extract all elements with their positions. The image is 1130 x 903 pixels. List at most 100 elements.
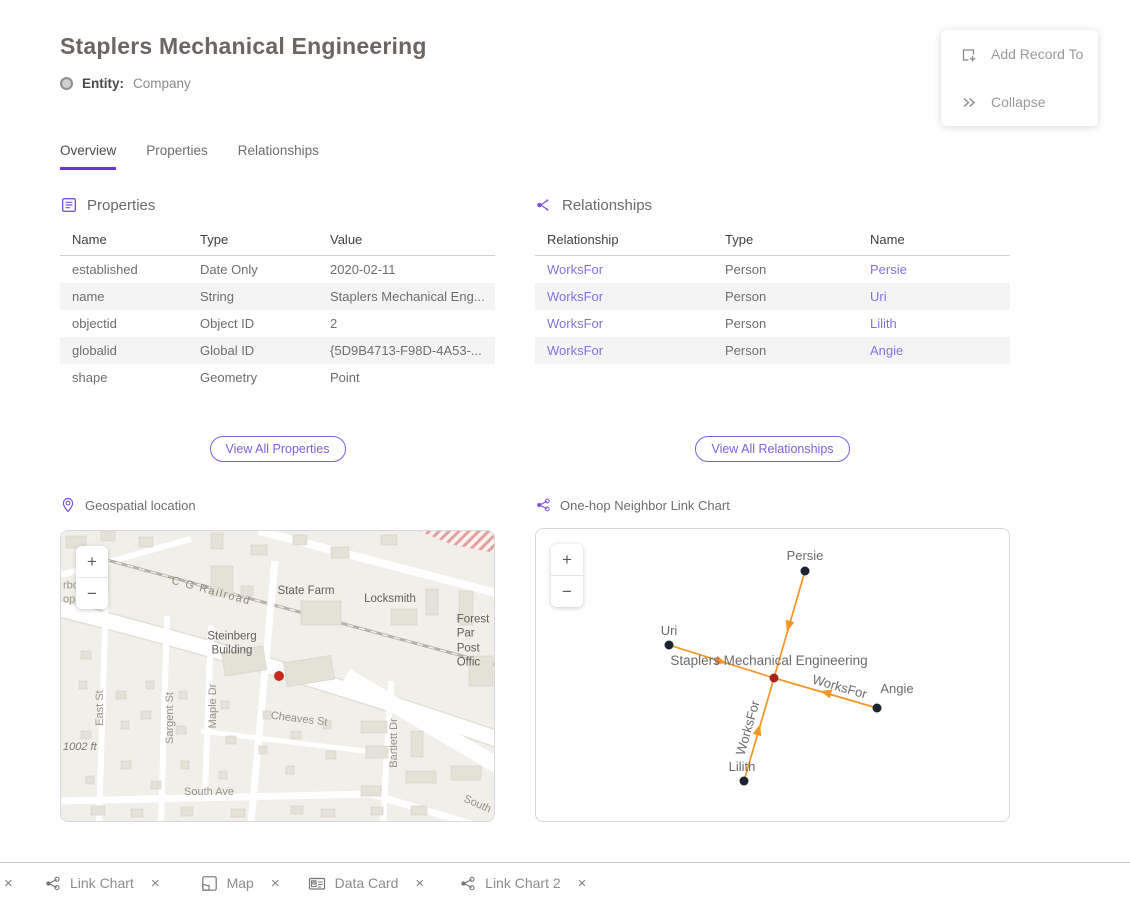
cell-type: Person (725, 283, 870, 310)
table-row: WorksFor Person Uri (535, 283, 1010, 310)
properties-section: Properties Name Type Value established D… (60, 196, 495, 391)
relationship-link[interactable]: WorksFor (535, 283, 725, 310)
col-header: Type (725, 224, 870, 256)
node-lilith[interactable] (740, 777, 749, 786)
workspace-tab-link-chart[interactable]: Link Chart × (44, 875, 160, 892)
menu-item-collapse[interactable]: Collapse (941, 78, 1098, 126)
properties-table-header: Name Type Value (60, 224, 495, 256)
table-row: established Date Only 2020-02-11 (60, 256, 495, 284)
tab-relationships[interactable]: Relationships (238, 143, 319, 170)
entity-link[interactable]: Angie (870, 337, 1010, 364)
node-center-company[interactable] (770, 674, 779, 683)
menu-item-add-record-to[interactable]: Add Record To (941, 30, 1098, 78)
entity-link[interactable]: Lilith (870, 310, 1010, 337)
tab-label: Link Chart 2 (485, 875, 560, 891)
cell-type: Object ID (200, 310, 330, 337)
workspace-tab-map[interactable]: Map × (201, 875, 280, 892)
link-chart-canvas[interactable]: WorksFor WorksFor Persie Uri Staplers Me… (535, 528, 1010, 822)
cell-type: Geometry (200, 364, 330, 391)
cell-type: Date Only (200, 256, 330, 284)
node-label-lilith: Lilith (729, 759, 756, 774)
table-row: WorksFor Person Persie (535, 256, 1010, 284)
cell-name: globalid (60, 337, 200, 364)
data-card-icon (308, 875, 326, 892)
col-header: Relationship (535, 224, 725, 256)
menu-item-label: Add Record To (991, 46, 1083, 62)
entity-row: Entity: Company (60, 76, 191, 91)
link-chart-section-header: One-hop Neighbor Link Chart (535, 497, 730, 513)
map-zoom-in-button[interactable]: + (76, 546, 108, 577)
entity-value: Company (133, 76, 191, 91)
view-all-relationships-button[interactable]: View All Relationships (695, 436, 849, 462)
link-chart-zoom-out-button[interactable]: − (551, 576, 583, 607)
col-header: Type (200, 224, 330, 256)
basemap (61, 531, 495, 822)
cell-type: Person (725, 256, 870, 284)
cell-value: 2020-02-11 (330, 256, 495, 284)
relationships-section-title: Relationships (562, 197, 652, 214)
node-label-center-company: Staplers Mechanical Engineering (670, 653, 867, 668)
tab-close-icon[interactable]: × (151, 875, 160, 892)
view-all-properties-button[interactable]: View All Properties (210, 436, 346, 462)
cell-name: name (60, 283, 200, 310)
map-icon (201, 875, 218, 892)
relationships-icon (535, 196, 553, 214)
relationships-section: Relationships Relationship Type Name Wor… (535, 196, 1010, 364)
properties-form-icon (60, 196, 78, 214)
table-row: shape Geometry Point (60, 364, 495, 391)
collapse-icon (960, 94, 977, 111)
properties-table: Name Type Value established Date Only 20… (60, 224, 495, 391)
col-header: Name (870, 224, 1010, 256)
tab-close-icon[interactable]: × (415, 875, 424, 892)
cell-type: Person (725, 310, 870, 337)
tab-label: Data Card (335, 875, 399, 891)
link-chart-zoom-in-button[interactable]: + (551, 544, 583, 575)
cell-type: Global ID (200, 337, 330, 364)
node-angie[interactable] (873, 704, 882, 713)
cell-value: Staplers Mechanical Eng... (330, 283, 495, 310)
node-uri[interactable] (665, 641, 674, 650)
node-label-persie: Persie (787, 548, 824, 563)
cell-value: {5D9B4713-F98D-4A53-... (330, 337, 495, 364)
map-zoom-control: + − (76, 546, 108, 609)
relationships-section-header: Relationships (535, 196, 1010, 214)
cell-value: 2 (330, 310, 495, 337)
tab-properties[interactable]: Properties (146, 143, 208, 170)
workspace-tab-bar: × Link Chart × Map × (0, 862, 1130, 903)
link-chart-icon (459, 875, 476, 892)
workspace-tab-data-card[interactable]: Data Card × (308, 875, 425, 892)
map-zoom-out-button[interactable]: − (76, 578, 108, 609)
geospatial-section-title: Geospatial location (85, 498, 196, 513)
relationships-table-header: Relationship Type Name (535, 224, 1010, 256)
table-row: name String Staplers Mechanical Eng... (60, 283, 495, 310)
tab-close-icon[interactable]: × (271, 875, 280, 892)
table-row: WorksFor Person Angie (535, 337, 1010, 364)
tab-close-icon[interactable]: × (578, 875, 587, 892)
cell-name: objectid (60, 310, 200, 337)
cell-type: Person (725, 337, 870, 364)
link-chart-icon (44, 875, 61, 892)
link-chart-section-title: One-hop Neighbor Link Chart (560, 498, 730, 513)
data-card-page: Staplers Mechanical Engineering Entity: … (0, 0, 1130, 903)
link-chart-zoom-control: + − (551, 544, 583, 607)
node-persie[interactable] (801, 567, 810, 576)
tab-overview[interactable]: Overview (60, 143, 116, 170)
map-canvas[interactable]: rbour opaedics C G Railroad State Farm L… (60, 530, 495, 822)
relationship-link[interactable]: WorksFor (535, 310, 725, 337)
context-menu: Add Record To Collapse (941, 30, 1098, 126)
relationship-link[interactable]: WorksFor (535, 256, 725, 284)
menu-item-label: Collapse (991, 94, 1045, 110)
properties-section-title: Properties (87, 197, 155, 214)
workspace-tab-link-chart-2[interactable]: Link Chart 2 × (459, 875, 586, 892)
add-record-icon (960, 46, 977, 63)
partial-tab-close-icon[interactable]: × (4, 875, 18, 892)
link-chart-icon (535, 497, 551, 513)
relationship-link[interactable]: WorksFor (535, 337, 725, 364)
tab-label: Link Chart (70, 875, 134, 891)
entity-link[interactable]: Uri (870, 283, 1010, 310)
entity-link[interactable]: Persie (870, 256, 1010, 284)
map-location-marker[interactable] (274, 671, 284, 681)
relationships-table: Relationship Type Name WorksFor Person P… (535, 224, 1010, 364)
cell-name: shape (60, 364, 200, 391)
geospatial-section-header: Geospatial location (60, 497, 196, 513)
